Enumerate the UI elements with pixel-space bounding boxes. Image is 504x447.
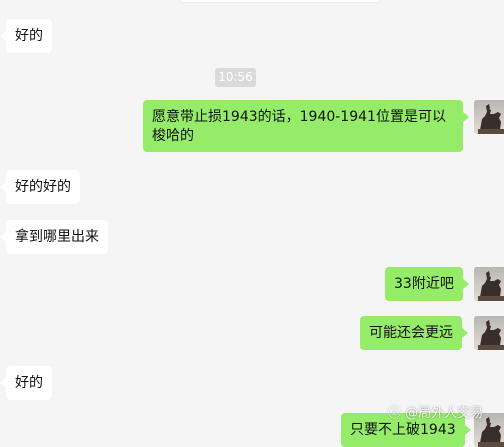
outgoing-message-bubble[interactable]: 只要不上破1943	[341, 413, 471, 447]
outgoing-message-bubble[interactable]: 愿意带止损1943的话，1940-1941位置是可以梭哈的	[143, 100, 469, 152]
equestrian-statue-icon	[474, 316, 504, 350]
equestrian-statue-icon	[474, 413, 504, 447]
incoming-message-bubble[interactable]: 拿到哪里出来	[0, 220, 108, 254]
message-text: 只要不上破1943	[350, 422, 456, 438]
message-text: 好的	[15, 375, 43, 391]
user-avatar[interactable]	[474, 267, 504, 301]
outgoing-message-bubble[interactable]: 33附近吧	[385, 267, 469, 301]
message-text: 好的好的	[15, 179, 71, 195]
outgoing-message-bubble[interactable]: 可能还会更远	[360, 316, 468, 350]
equestrian-statue-icon	[474, 100, 504, 134]
user-avatar[interactable]	[474, 316, 504, 350]
partial-message-bubble	[180, 0, 380, 3]
incoming-message-bubble[interactable]: 好的	[0, 19, 52, 53]
message-text: 拿到哪里出来	[15, 229, 99, 245]
message-text: 好的	[15, 28, 43, 44]
message-text: 可能还会更远	[369, 325, 453, 341]
message-text: 愿意带止损1943的话，1940-1941位置是可以梭哈的	[152, 109, 446, 144]
message-timestamp: 10:56	[215, 68, 256, 87]
message-text: 33附近吧	[394, 276, 454, 292]
user-avatar[interactable]	[474, 100, 504, 134]
user-avatar[interactable]	[474, 413, 504, 447]
equestrian-statue-icon	[474, 267, 504, 301]
incoming-message-bubble[interactable]: 好的	[0, 366, 52, 400]
incoming-message-bubble[interactable]: 好的好的	[0, 170, 80, 204]
